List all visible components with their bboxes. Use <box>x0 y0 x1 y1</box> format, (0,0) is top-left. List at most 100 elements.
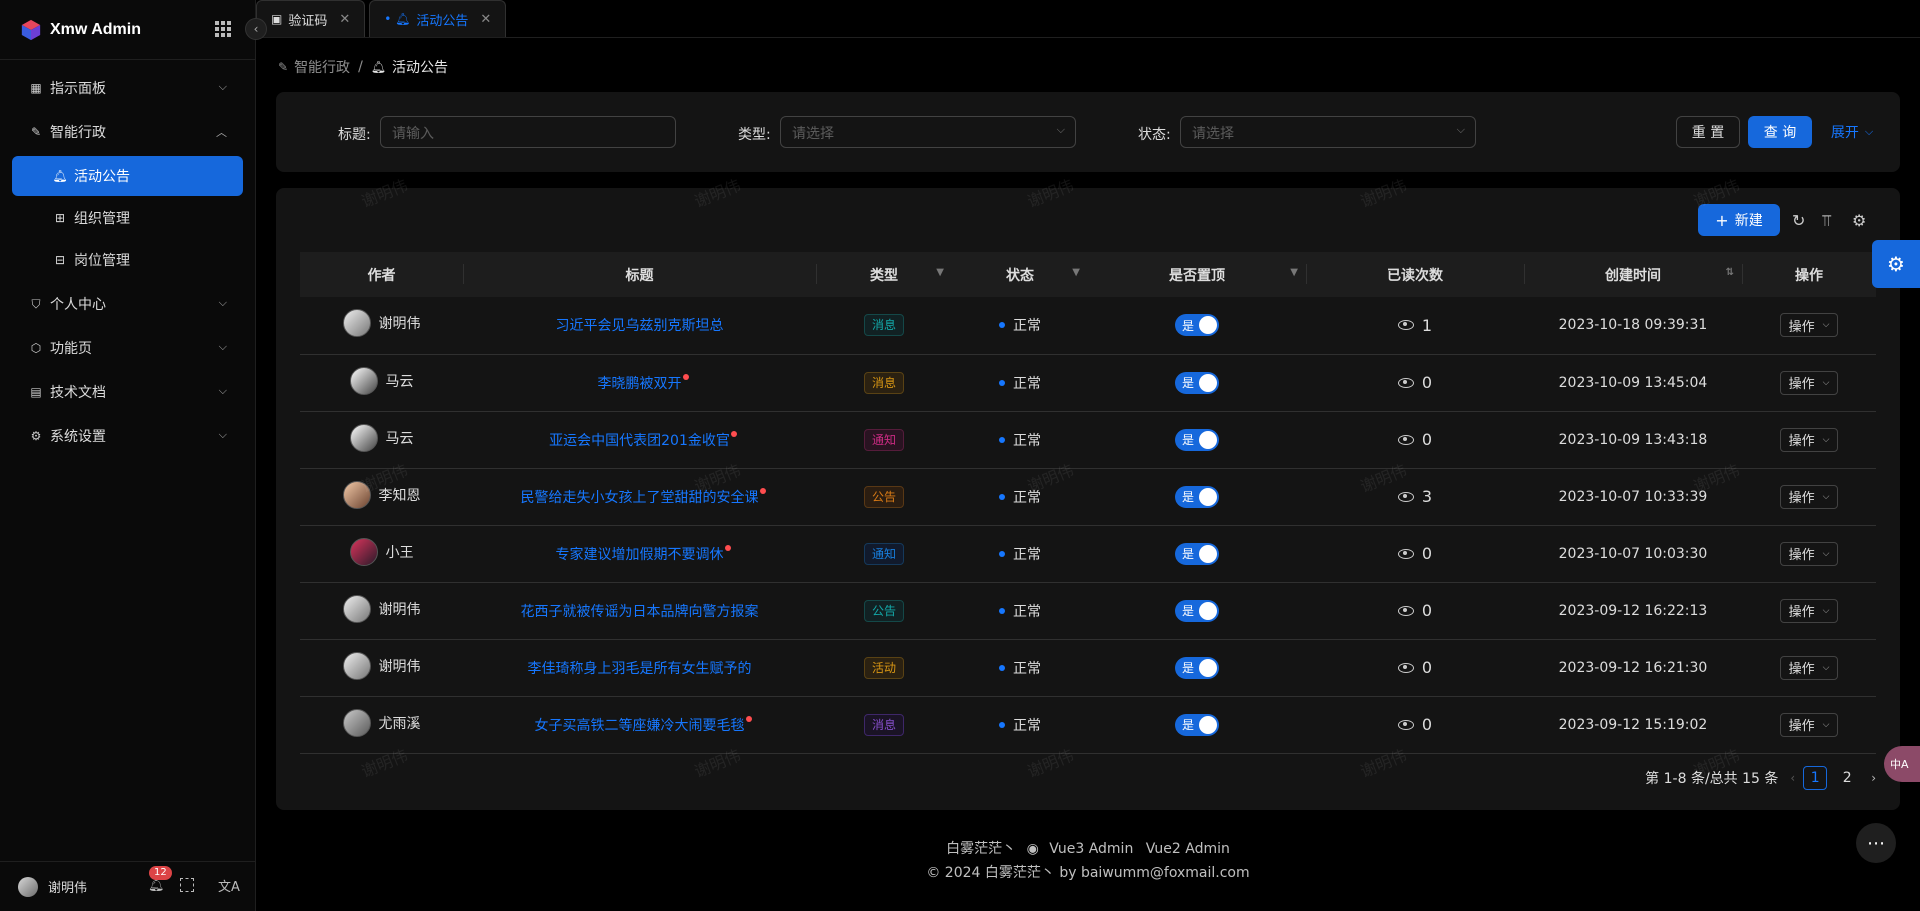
title-field-label: 标题: <box>338 127 371 143</box>
type-select[interactable]: 请选择 ⌵ <box>780 116 1076 148</box>
filter-icon[interactable]: ▼ <box>936 267 944 278</box>
unread-dot <box>745 715 752 722</box>
menu-admin[interactable]: ✎ 智能行政 ︿ <box>12 110 243 154</box>
announcements-table: 作者 标题 类型 ▼ 状态 ▼ 是否置顶 ▼ 已读次数 创建时间 ⇅ 操作 谢明伟 习近平… <box>300 252 1876 754</box>
menu-docs[interactable]: ▤ 技术文档 ⌵ <box>12 370 243 414</box>
created-time: 2023-10-07 10:03:30 <box>1558 545 1708 562</box>
title-input[interactable]: 请输入 <box>380 116 676 148</box>
status-select-placeholder: 请选择 <box>1192 126 1234 142</box>
menu-dashboard[interactable]: ▦ 指示面板 ⌵ <box>12 66 243 110</box>
submenu-organization[interactable]: ⊞ 组织管理 <box>12 198 243 238</box>
status-select[interactable]: 请选择 ⌵ <box>1180 116 1476 148</box>
actions-dropdown[interactable]: 操作 ⌵ <box>1779 313 1839 338</box>
tab-announcements[interactable]: • 🔔︎ 活动公告 ✕ <box>369 0 507 37</box>
type-select-placeholder: 请选择 <box>792 126 834 142</box>
cell-type: 消息 <box>816 297 952 354</box>
announcement-title-link[interactable]: 花西子就被传谣为日本品牌向警方报案 <box>521 604 759 620</box>
cell-title: 李佳琦称身上羽毛是所有女生赋予的 <box>463 639 816 696</box>
actions-dropdown[interactable]: 操作 ⌵ <box>1779 655 1839 680</box>
settings-drawer-button[interactable]: ⚙ <box>1872 240 1920 288</box>
page-1[interactable]: 1 <box>1803 766 1828 790</box>
announcement-title-link[interactable]: 李佳琦称身上羽毛是所有女生赋予的 <box>528 661 752 677</box>
next-page-icon[interactable]: › <box>1871 771 1876 785</box>
actions-dropdown[interactable]: 操作 ⌵ <box>1779 484 1839 509</box>
collapse-sidebar-button[interactable]: ‹ <box>245 18 267 40</box>
column-settings-icon[interactable]: ⚙ <box>1852 211 1866 230</box>
type-tag: 通知 <box>863 428 904 451</box>
footer-author[interactable]: 白雾茫茫丶 <box>946 841 1016 857</box>
pinned-switch[interactable]: 是 <box>1175 314 1219 337</box>
breadcrumb: ✎ 智能行政 / 🔔︎ 活动公告 <box>278 57 448 77</box>
cell-created: 2023-10-09 13:43:18 <box>1524 411 1742 468</box>
translate-icon[interactable]: 文A <box>218 876 240 895</box>
breadcrumb-parent[interactable]: 智能行政 <box>294 57 350 77</box>
announcement-title-link[interactable]: 专家建议增加假期不要调休 <box>556 544 731 563</box>
vue2-admin-link[interactable]: Vue2 Admin <box>1146 841 1230 857</box>
sort-icon[interactable]: ⇅ <box>1726 267 1734 278</box>
notification-bell-icon[interactable]: 🔔︎ <box>148 878 165 893</box>
avatar <box>342 480 371 509</box>
submenu-announcements[interactable]: 🔔︎ 活动公告 <box>12 156 243 196</box>
col-created[interactable]: 创建时间 ⇅ <box>1524 252 1742 297</box>
filter-icon[interactable]: ▼ <box>1290 267 1298 278</box>
actions-dropdown[interactable]: 操作 ⌵ <box>1779 427 1839 452</box>
menu-personal[interactable]: ⛉ 个人中心 ⌵ <box>12 282 243 326</box>
actions-dropdown[interactable]: 操作 ⌵ <box>1779 370 1839 395</box>
submenu-label: 活动公告 <box>74 169 130 185</box>
density-icon[interactable]: ⫪ <box>1822 211 1831 231</box>
pinned-switch[interactable]: 是 <box>1175 485 1219 508</box>
actions-dropdown[interactable]: 操作 ⌵ <box>1779 712 1839 737</box>
new-button[interactable]: + 新建 <box>1698 204 1780 236</box>
actions-dropdown[interactable]: 操作 ⌵ <box>1779 598 1839 623</box>
cell-author: 尤雨溪 <box>300 696 463 753</box>
expand-link[interactable]: 展开 ⌵ <box>1824 116 1880 148</box>
menu-features[interactable]: ⬡ 功能页 ⌵ <box>12 326 243 370</box>
menu-settings[interactable]: ⚙ 系统设置 ⌵ <box>12 414 243 458</box>
cell-title: 李晓鹏被双开 <box>463 354 816 411</box>
cell-reads: 0 <box>1306 525 1524 582</box>
switch-label: 是 <box>1182 661 1195 675</box>
pinned-switch[interactable]: 是 <box>1175 542 1219 565</box>
pinned-switch[interactable]: 是 <box>1175 371 1219 394</box>
cell-status: 正常 <box>952 354 1088 411</box>
announcement-title-link[interactable]: 习近平会见乌兹别克斯坦总 <box>556 318 724 334</box>
vue3-admin-link[interactable]: Vue3 Admin <box>1049 841 1133 857</box>
cell-created: 2023-10-09 13:45:04 <box>1524 354 1742 411</box>
announcement-title-link[interactable]: 民警给走失小女孩上了堂甜甜的安全课 <box>521 487 766 506</box>
filter-icon[interactable]: ▼ <box>1072 267 1080 278</box>
status-dot <box>999 436 1005 443</box>
pinned-switch[interactable]: 是 <box>1175 599 1219 622</box>
chevron-down-icon: ⌵ <box>218 80 227 93</box>
more-actions-button[interactable]: ⋯ <box>1856 823 1896 863</box>
author-name: 谢明伟 <box>378 601 421 618</box>
cell-author: 小王 <box>300 525 463 582</box>
announcement-title-link[interactable]: 女子买高铁二等座嫌冷大闹要毛毯 <box>535 715 752 734</box>
page-2[interactable]: 2 <box>1835 766 1859 790</box>
pinned-switch[interactable]: 是 <box>1175 656 1219 679</box>
pinned-switch[interactable]: 是 <box>1175 428 1219 451</box>
pinned-switch[interactable]: 是 <box>1175 713 1219 736</box>
reload-icon[interactable]: ↻ <box>1792 211 1805 230</box>
apps-grid-icon[interactable] <box>215 21 231 37</box>
announcement-title-link[interactable]: 亚运会中国代表团201金收官 <box>549 430 737 449</box>
author-name: 尤雨溪 <box>378 715 421 732</box>
close-icon[interactable]: ✕ <box>480 12 491 27</box>
read-count: 0 <box>1421 715 1433 734</box>
language-switch-button[interactable]: 中A <box>1884 746 1920 782</box>
actions-dropdown[interactable]: 操作 ⌵ <box>1779 541 1839 566</box>
reset-button[interactable]: 重 置 <box>1676 116 1740 148</box>
prev-page-icon[interactable]: ‹ <box>1790 771 1795 785</box>
cell-title: 民警给走失小女孩上了堂甜甜的安全课 <box>463 468 816 525</box>
close-icon[interactable]: ✕ <box>339 12 350 27</box>
query-button[interactable]: 查 询 <box>1748 116 1812 148</box>
tab-captcha[interactable]: ▣ 验证码 ✕ <box>256 0 366 37</box>
avatar[interactable] <box>18 876 38 897</box>
announcement-title-link[interactable]: 李晓鹏被双开 <box>598 373 689 392</box>
submenu-jobs[interactable]: ⊟ 岗位管理 <box>12 240 243 280</box>
fullscreen-icon[interactable] <box>180 878 194 892</box>
github-icon[interactable]: ◉ <box>1027 841 1039 857</box>
cell-created: 2023-09-12 16:22:13 <box>1524 582 1742 639</box>
read-count: 0 <box>1421 544 1433 563</box>
current-user[interactable]: 谢明伟 <box>48 877 87 896</box>
cell-pinned: 是 <box>1088 696 1306 753</box>
